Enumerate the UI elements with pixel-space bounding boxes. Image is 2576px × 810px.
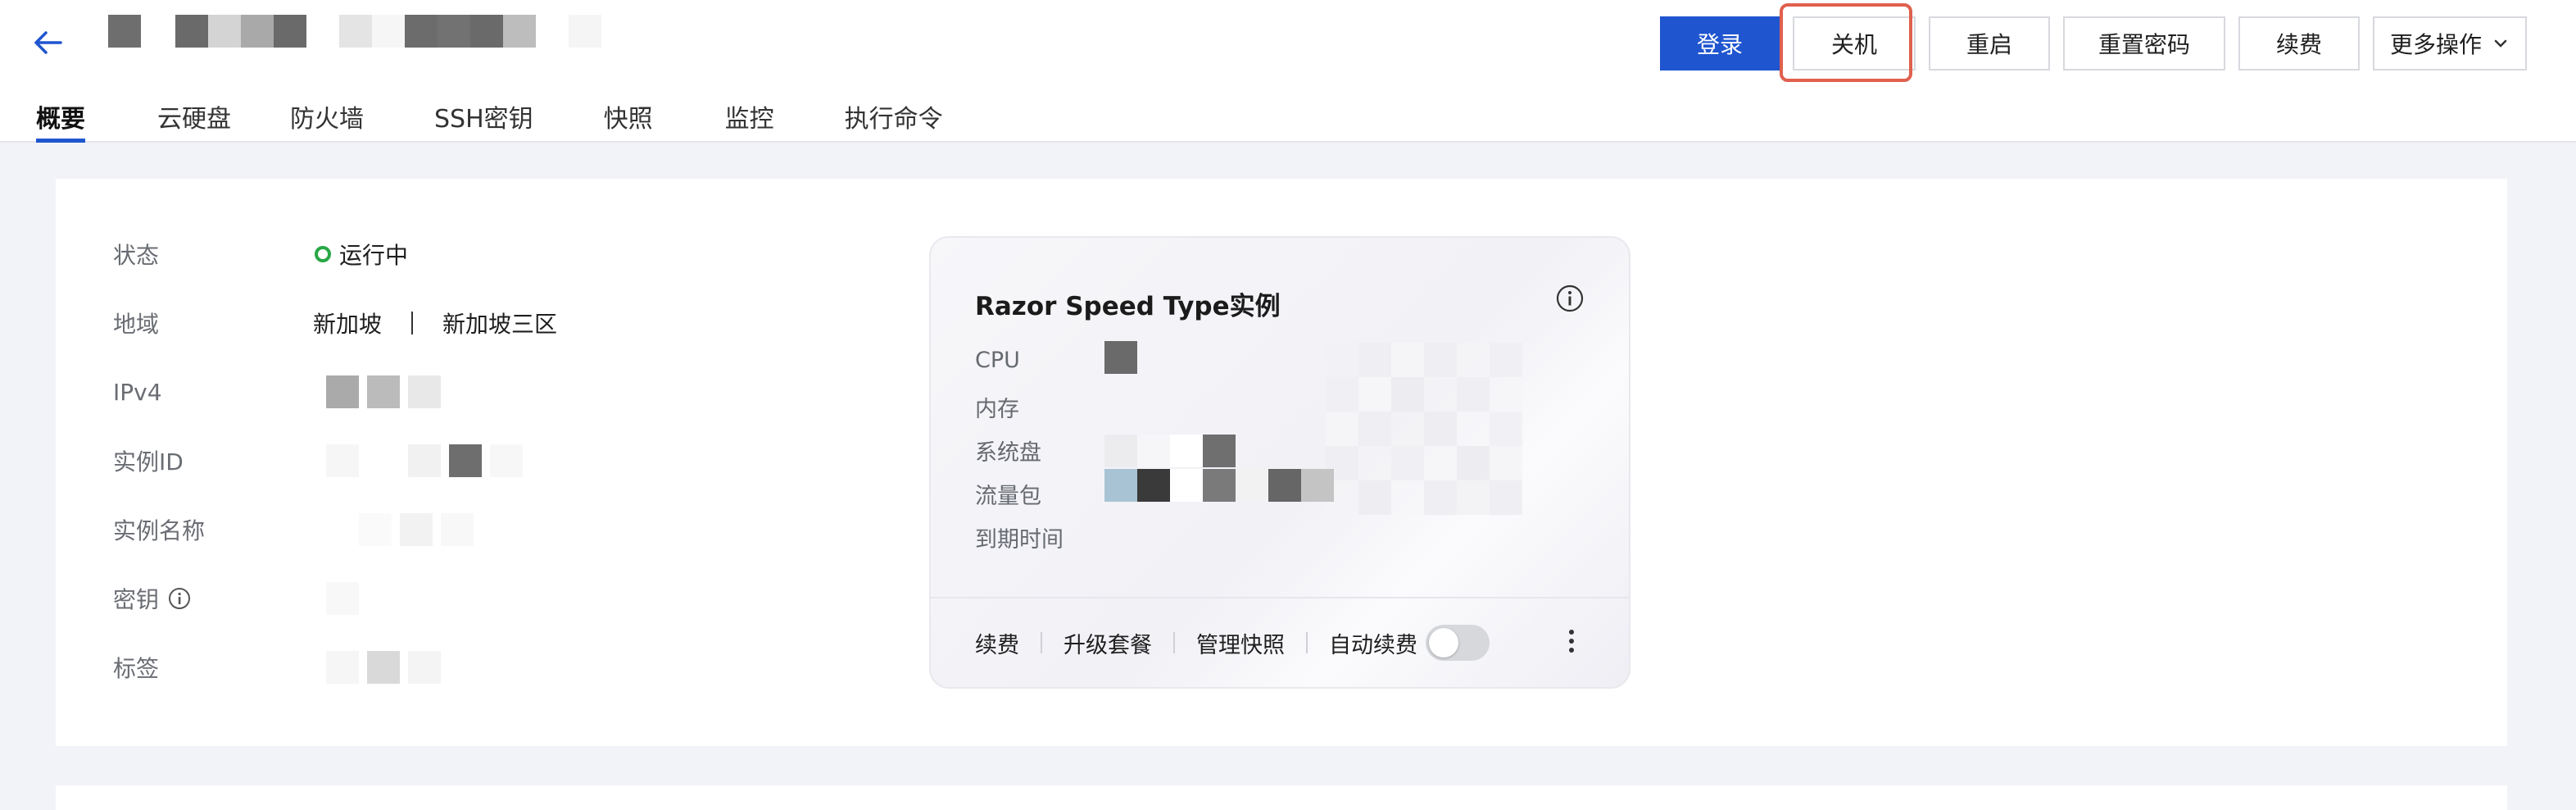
auto-renew-toggle[interactable]	[1426, 625, 1490, 661]
auto-renew-label: 自动续费	[1329, 632, 1417, 658]
status-text: 运行中	[339, 242, 409, 269]
renew-button[interactable]: 续费	[2238, 16, 2360, 71]
spec-label-expiry: 到期时间	[975, 527, 1064, 553]
footer-divider	[1173, 632, 1175, 653]
tab-run-command[interactable]: 执行命令	[845, 95, 943, 143]
spec-card-redacted-background	[1326, 343, 1522, 515]
more-actions-label: 更多操作	[2389, 31, 2482, 58]
instance-name-redacted	[359, 513, 474, 546]
tab-monitoring[interactable]: 监控	[725, 95, 774, 143]
back-button[interactable]	[29, 25, 69, 61]
spec-value-traffic-redacted	[1104, 469, 1334, 502]
region-value: 新加坡 新加坡三区	[313, 307, 557, 339]
login-button[interactable]: 登录	[1660, 16, 1780, 71]
spec-value-system-disk-redacted	[1104, 435, 1236, 467]
reset-password-button[interactable]: 重置密码	[2063, 16, 2225, 71]
tab-ssh-keys[interactable]: SSH密钥	[434, 95, 533, 143]
manage-snapshots-link[interactable]: 管理快照	[1196, 627, 1285, 659]
secondary-panel	[56, 785, 2507, 810]
spec-label-system-disk: 系统盘	[975, 440, 1041, 466]
spec-card-footer: 续费 升级套餐 管理快照 自动续费	[931, 597, 1629, 687]
action-bar: 登录 关机 重启 重置密码 续费 更多操作	[1660, 3, 2527, 82]
page-header: 登录 关机 重启 重置密码 续费 更多操作 概要 云硬盘 防火墙 SSH密钥 快…	[0, 0, 2576, 143]
instance-name-label: 实例名称	[113, 517, 206, 544]
spec-label-cpu: CPU	[975, 348, 1020, 373]
tab-firewall[interactable]: 防火墙	[290, 95, 364, 143]
info-icon[interactable]	[1555, 284, 1585, 313]
tags-label: 标签	[113, 655, 160, 682]
chevron-down-icon	[2494, 39, 2507, 48]
region-divider	[411, 312, 414, 334]
upgrade-plan-link[interactable]: 升级套餐	[1064, 627, 1152, 659]
info-icon[interactable]	[167, 586, 192, 611]
tab-bar: 概要 云硬盘 防火墙 SSH密钥 快照 监控 执行命令	[36, 95, 1015, 143]
key-label: 密钥	[113, 586, 160, 613]
tags-value-redacted	[326, 651, 441, 684]
region-text: 新加坡	[313, 311, 383, 338]
region-label: 地域	[113, 311, 160, 338]
ipv4-label: IPv4	[113, 378, 162, 406]
key-label-group: 密钥	[113, 582, 192, 615]
spec-value-cpu-redacted	[1104, 341, 1137, 374]
card-renew-link[interactable]: 续费	[975, 627, 1019, 659]
zone-text: 新加坡三区	[442, 311, 558, 338]
spec-label-memory: 内存	[975, 397, 1019, 422]
tab-overview[interactable]: 概要	[36, 95, 85, 143]
overview-panel: 状态 运行中 地域 新加坡 新加坡三区 IPv4 实例ID 实例名称 密钥 标签…	[56, 179, 2507, 746]
more-vertical-icon[interactable]	[1567, 630, 1576, 659]
footer-divider	[1041, 632, 1042, 653]
key-value-redacted	[326, 582, 359, 615]
spec-card-title: Razor Speed Type实例	[975, 292, 1281, 321]
more-actions-dropdown[interactable]: 更多操作	[2373, 16, 2527, 71]
ipv4-value-redacted	[326, 375, 441, 408]
spec-label-traffic: 流量包	[975, 484, 1041, 509]
shutdown-button[interactable]: 关机	[1780, 3, 1916, 82]
instance-title-redacted	[108, 15, 601, 48]
instance-spec-card: Razor Speed Type实例 CPU 内存 系统盘 流量包 到期时间 续…	[929, 236, 1630, 689]
instance-id-label: 实例ID	[113, 448, 184, 476]
arrow-left-icon	[34, 31, 62, 54]
tab-cloud-disk[interactable]: 云硬盘	[157, 95, 231, 143]
tab-snapshots[interactable]: 快照	[604, 95, 653, 143]
status-value: 运行中	[315, 238, 408, 271]
status-label: 状态	[113, 242, 160, 269]
restart-button[interactable]: 重启	[1929, 16, 2050, 71]
shutdown-label: 关机	[1830, 31, 1877, 58]
status-running-icon	[315, 246, 331, 262]
footer-divider	[1306, 632, 1308, 653]
instance-id-redacted	[326, 444, 523, 477]
